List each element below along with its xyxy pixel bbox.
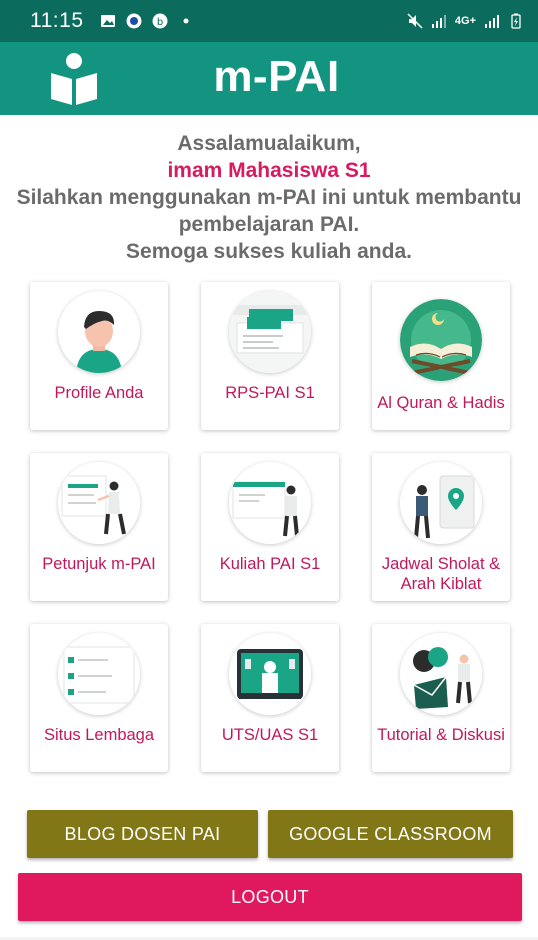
greeting-salam: Assalamualaikum, [177, 132, 361, 155]
gallery-icon [100, 15, 115, 27]
svg-text:b: b [156, 17, 162, 28]
notification-icons: b [100, 13, 194, 29]
google-classroom-button[interactable]: GOOGLE CLASSROOM [268, 810, 513, 858]
menu-tile-quran[interactable]: Al Quran & Hadis [372, 282, 510, 430]
exam-icon [229, 633, 311, 715]
document-icon [229, 291, 311, 373]
menu-tile-kuliah[interactable]: Kuliah PAI S1 [201, 453, 339, 601]
menu-tile-rps[interactable]: RPS-PAI S1 [201, 282, 339, 430]
status-bar: 11:15 b 4G+ [0, 0, 538, 42]
avatar-icon [58, 291, 140, 373]
menu-label-profile: Profile Anda [54, 384, 144, 402]
signal-icon [431, 15, 446, 28]
vpn-icon: b [152, 13, 167, 29]
more-dot-icon [183, 18, 188, 24]
app-badge-icon [126, 13, 141, 29]
user-name: imam Mahasiswa S1 [167, 159, 371, 182]
menu-tile-petunjuk[interactable]: Petunjuk m-PAI [30, 453, 168, 601]
menu-label-uts: UTS/UAS S1 [221, 726, 319, 744]
app-bar: m-PAI [0, 42, 538, 115]
chat-icon [400, 633, 482, 715]
app-title: m-PAI [213, 52, 340, 101]
logout-button[interactable]: LOGOUT [18, 873, 522, 921]
lecture-icon [229, 462, 311, 544]
menu-tile-profile[interactable]: Profile Anda [30, 282, 168, 430]
menu-tile-situs[interactable]: Situs Lembaga [30, 624, 168, 772]
menu-label-tutorial: Tutorial & Diskusi [377, 726, 505, 744]
website-icon [58, 633, 140, 715]
presentation-icon [58, 462, 140, 544]
signal-icon [485, 15, 499, 28]
menu-label-quran: Al Quran & Hadis [377, 394, 505, 412]
blog-dosen-button[interactable]: BLOG DOSEN PAI [27, 810, 258, 858]
menu-label-kuliah: Kuliah PAI S1 [219, 555, 321, 573]
mute-icon [407, 13, 423, 29]
menu-label-jadwal: Jadwal Sholat & Arah Kiblat [381, 555, 501, 593]
quran-icon [400, 299, 482, 381]
greeting-text: Assalamualaikum, imam Mahasiswa S1 Silah… [0, 130, 538, 265]
greeting-message: Silahkan menggunakan m-PAI ini untuk mem… [16, 186, 522, 209]
system-icons: 4G+ [407, 13, 524, 29]
menu-tile-uts[interactable]: UTS/UAS S1 [201, 624, 339, 772]
menu-label-situs: Situs Lembaga [43, 726, 155, 744]
menu-label-petunjuk: Petunjuk m-PAI [42, 555, 156, 573]
menu-label-rps: RPS-PAI S1 [225, 384, 315, 402]
greeting-wish: Semoga sukses kuliah anda. [126, 240, 412, 263]
location-icon [400, 462, 482, 544]
battery-icon [511, 13, 521, 29]
menu-tile-jadwal[interactable]: Jadwal Sholat & Arah Kiblat [372, 453, 510, 601]
greeting-message-2: pembelajaran PAI. [178, 213, 360, 236]
status-time: 11:15 [30, 9, 84, 32]
network-type: 4G+ [454, 15, 476, 27]
menu-tile-tutorial[interactable]: Tutorial & Diskusi [372, 624, 510, 772]
